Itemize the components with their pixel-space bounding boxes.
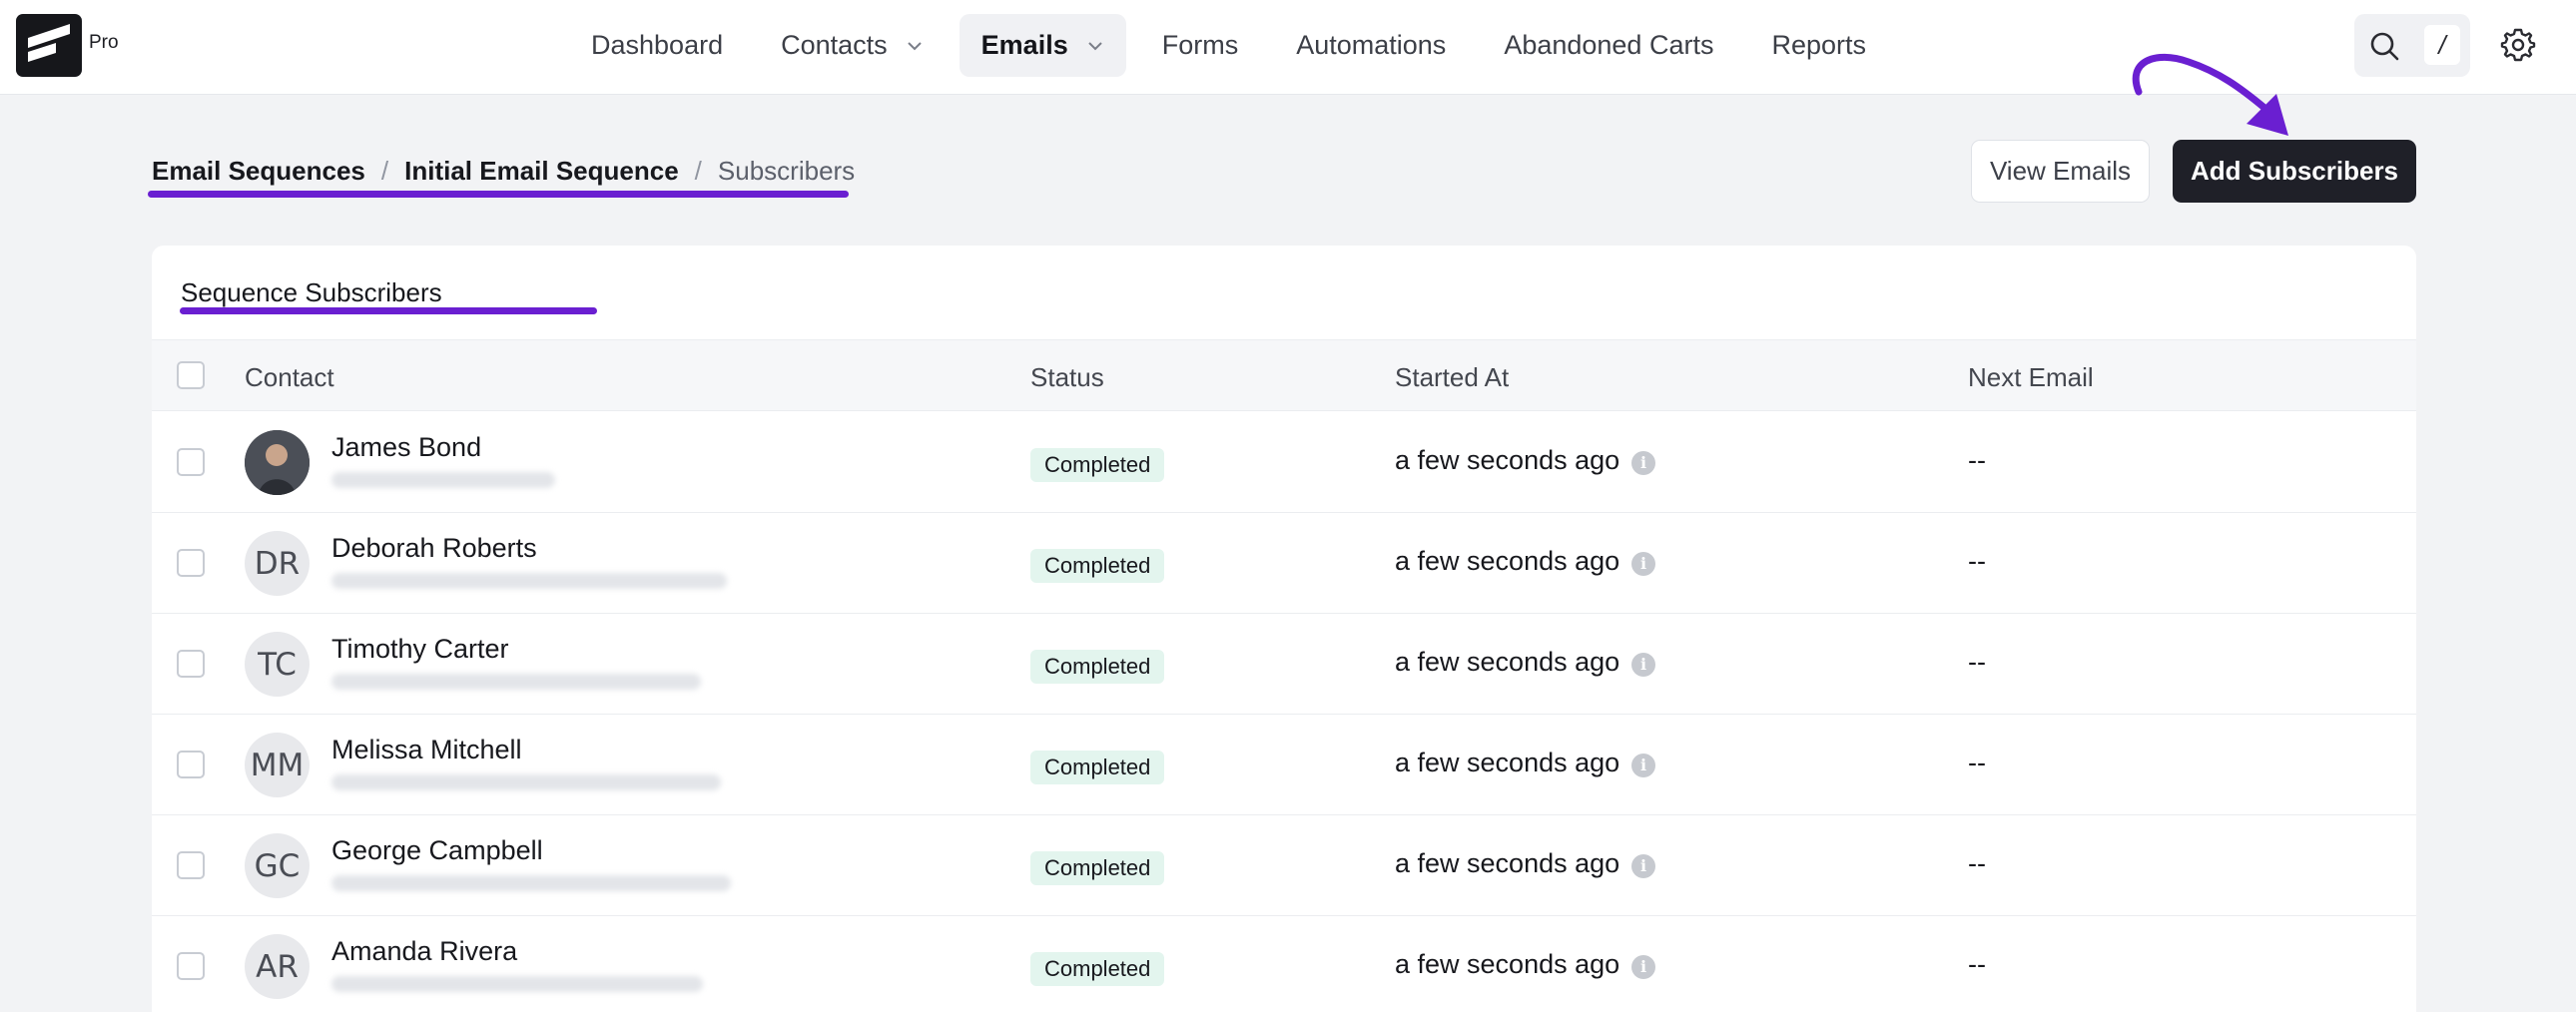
info-icon[interactable]: i bbox=[1631, 552, 1655, 576]
next-email: -- bbox=[1968, 445, 1986, 475]
table-row[interactable]: AR Amanda Rivera Completed a few seconds… bbox=[152, 916, 2416, 1012]
contact-email-redacted bbox=[331, 774, 721, 790]
pro-badge: Pro bbox=[89, 32, 119, 53]
table-header: Contact Status Started At Next Email bbox=[152, 339, 2416, 411]
main-nav: Dashboard Contacts Emails Forms Automati… bbox=[569, 14, 1902, 77]
started-at: a few seconds ago bbox=[1395, 546, 1620, 576]
avatar: MM bbox=[245, 733, 310, 797]
search-icon bbox=[2370, 32, 2399, 61]
column-header-contact: Contact bbox=[245, 362, 334, 392]
breadcrumb: Email Sequences / Initial Email Sequence… bbox=[152, 156, 855, 187]
avatar: DR bbox=[245, 531, 310, 596]
contact-name[interactable]: Timothy Carter bbox=[331, 634, 509, 665]
breadcrumb-email-sequences[interactable]: Email Sequences bbox=[152, 156, 365, 187]
row-checkbox[interactable] bbox=[177, 952, 205, 980]
table-row[interactable]: James Bond Completed a few seconds ago i… bbox=[152, 412, 2416, 513]
row-checkbox[interactable] bbox=[177, 650, 205, 678]
nav-automations[interactable]: Automations bbox=[1274, 14, 1468, 77]
table-row[interactable]: TC Timothy Carter Completed a few second… bbox=[152, 614, 2416, 715]
contact-name[interactable]: James Bond bbox=[331, 432, 481, 463]
gear-icon[interactable] bbox=[2500, 26, 2536, 62]
nav-contacts-label: Contacts bbox=[781, 30, 888, 60]
nav-automations-label: Automations bbox=[1296, 30, 1447, 60]
contact-email-redacted bbox=[331, 472, 555, 488]
started-at: a few seconds ago bbox=[1395, 647, 1620, 677]
started-at: a few seconds ago bbox=[1395, 949, 1620, 979]
info-icon[interactable]: i bbox=[1631, 653, 1655, 677]
info-icon[interactable]: i bbox=[1631, 451, 1655, 475]
status-badge: Completed bbox=[1030, 851, 1165, 885]
avatar: AR bbox=[245, 934, 310, 999]
nav-emails-label: Emails bbox=[980, 30, 1068, 60]
nav-dashboard-label: Dashboard bbox=[591, 30, 724, 60]
started-at: a few seconds ago bbox=[1395, 445, 1620, 475]
contact-photo-icon bbox=[245, 430, 310, 495]
annotation-arrow-icon bbox=[2132, 54, 2288, 136]
contact-email-redacted bbox=[331, 674, 701, 690]
chevron-down-icon bbox=[1088, 41, 1102, 50]
search-shortcut-key: / bbox=[2424, 25, 2460, 65]
select-all-checkbox[interactable] bbox=[177, 361, 205, 389]
avatar bbox=[245, 430, 310, 495]
add-subscribers-button[interactable]: Add Subscribers bbox=[2173, 140, 2416, 203]
contact-name[interactable]: Amanda Rivera bbox=[331, 936, 517, 967]
row-checkbox[interactable] bbox=[177, 851, 205, 879]
row-checkbox[interactable] bbox=[177, 448, 205, 476]
nav-emails[interactable]: Emails bbox=[959, 14, 1126, 77]
column-header-next-email: Next Email bbox=[1968, 362, 2094, 392]
card-title-highlight-underline bbox=[180, 307, 597, 314]
app-logo[interactable] bbox=[16, 14, 82, 77]
search-button[interactable]: / bbox=[2354, 14, 2470, 77]
contact-name[interactable]: George Campbell bbox=[331, 835, 543, 866]
nav-abandoned-carts-label: Abandoned Carts bbox=[1504, 30, 1714, 60]
breadcrumb-separator: / bbox=[694, 156, 702, 186]
contact-email-redacted bbox=[331, 976, 703, 992]
nav-forms-label: Forms bbox=[1161, 30, 1239, 60]
table-row[interactable]: GC George Campbell Completed a few secon… bbox=[152, 815, 2416, 916]
column-header-started-at: Started At bbox=[1395, 362, 1510, 392]
nav-abandoned-carts[interactable]: Abandoned Carts bbox=[1482, 14, 1735, 77]
breadcrumb-initial-email-sequence[interactable]: Initial Email Sequence bbox=[404, 156, 679, 187]
breadcrumb-highlight-underline bbox=[148, 191, 849, 198]
status-badge: Completed bbox=[1030, 650, 1165, 684]
table-row[interactable]: DR Deborah Roberts Completed a few secon… bbox=[152, 513, 2416, 614]
row-checkbox[interactable] bbox=[177, 549, 205, 577]
nav-reports[interactable]: Reports bbox=[1749, 14, 1888, 77]
contact-name[interactable]: Melissa Mitchell bbox=[331, 735, 522, 765]
chevron-down-icon bbox=[907, 41, 922, 50]
subscribers-card: Sequence Subscribers Contact Status Star… bbox=[152, 246, 2416, 1012]
next-email: -- bbox=[1968, 647, 1986, 677]
status-badge: Completed bbox=[1030, 448, 1165, 482]
nav-reports-label: Reports bbox=[1771, 30, 1867, 60]
nav-contacts[interactable]: Contacts bbox=[759, 14, 946, 77]
table-row[interactable]: MM Melissa Mitchell Completed a few seco… bbox=[152, 715, 2416, 815]
breadcrumb-current: Subscribers bbox=[717, 156, 856, 186]
row-checkbox[interactable] bbox=[177, 751, 205, 778]
avatar: TC bbox=[245, 632, 310, 697]
contact-email-redacted bbox=[331, 573, 727, 589]
info-icon[interactable]: i bbox=[1631, 754, 1655, 777]
info-icon[interactable]: i bbox=[1631, 955, 1655, 979]
breadcrumb-separator: / bbox=[380, 156, 389, 186]
avatar: GC bbox=[245, 833, 310, 898]
started-at: a few seconds ago bbox=[1395, 748, 1620, 777]
started-at: a few seconds ago bbox=[1395, 848, 1620, 878]
nav-forms[interactable]: Forms bbox=[1140, 14, 1261, 77]
contact-email-redacted bbox=[331, 875, 731, 891]
contact-name[interactable]: Deborah Roberts bbox=[331, 533, 537, 564]
next-email: -- bbox=[1968, 848, 1986, 878]
next-email: -- bbox=[1968, 546, 1986, 576]
column-header-status: Status bbox=[1030, 362, 1104, 392]
view-emails-button[interactable]: View Emails bbox=[1971, 140, 2150, 203]
next-email: -- bbox=[1968, 949, 1986, 979]
logo-mark-icon bbox=[28, 24, 70, 62]
status-badge: Completed bbox=[1030, 952, 1165, 986]
nav-dashboard[interactable]: Dashboard bbox=[569, 14, 745, 77]
status-badge: Completed bbox=[1030, 549, 1165, 583]
card-title: Sequence Subscribers bbox=[181, 277, 442, 307]
next-email: -- bbox=[1968, 748, 1986, 777]
status-badge: Completed bbox=[1030, 751, 1165, 784]
info-icon[interactable]: i bbox=[1631, 854, 1655, 878]
